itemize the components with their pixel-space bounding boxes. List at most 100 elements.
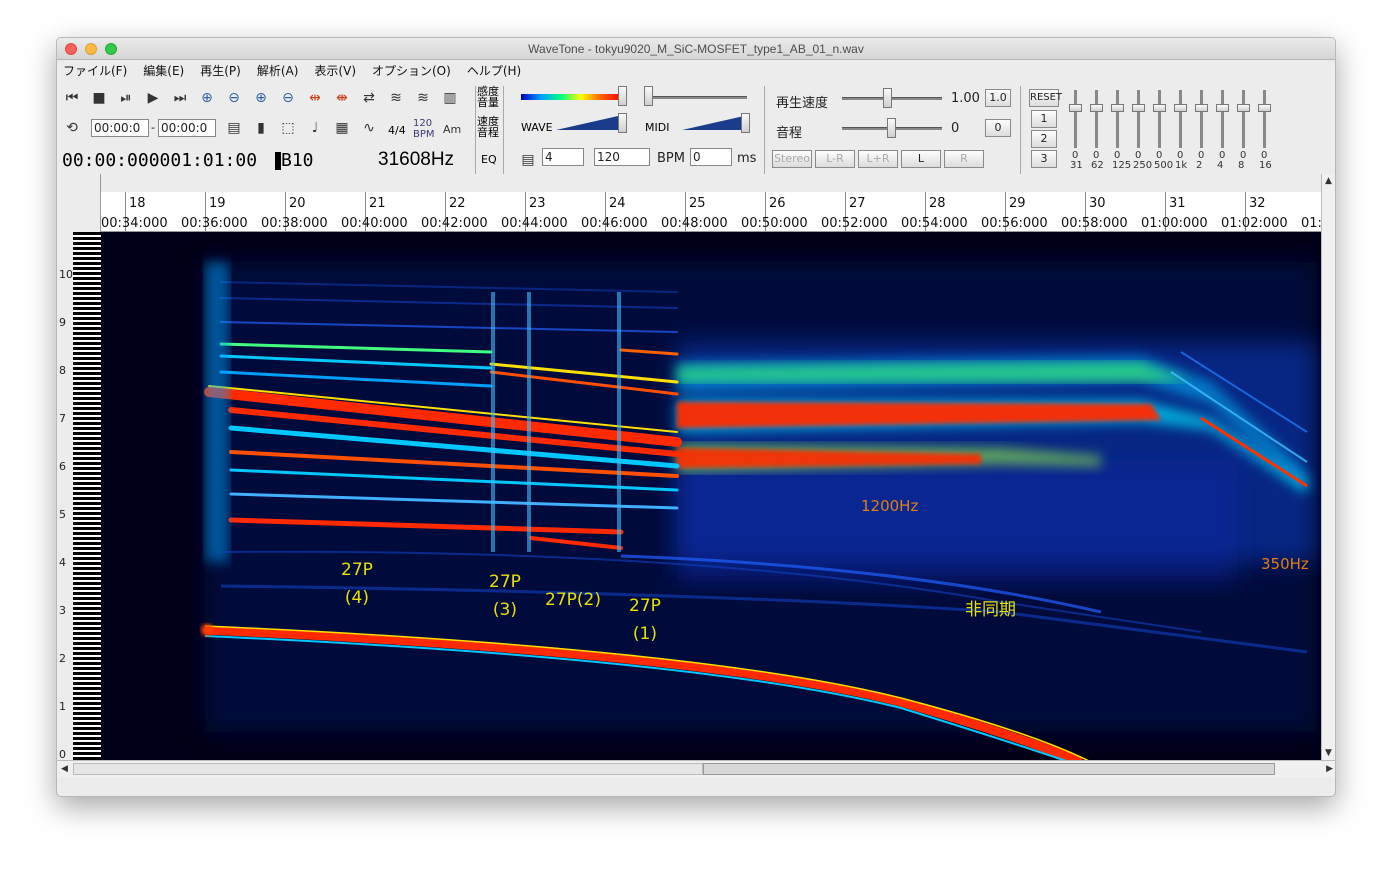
- scroll-down-arrow-icon[interactable]: ▼: [1325, 748, 1332, 758]
- fast-forward-icon[interactable]: ⏭: [169, 88, 191, 108]
- speed-thumb[interactable]: [883, 88, 892, 108]
- scroll-up-arrow-icon[interactable]: ▲: [1325, 176, 1332, 186]
- time-signature-button[interactable]: 4/4: [388, 125, 406, 136]
- ruler-bar-number: 19: [209, 196, 226, 211]
- stereo-button[interactable]: Stereo: [772, 150, 812, 168]
- marker-icon[interactable]: ▮: [250, 118, 272, 138]
- menu-file[interactable]: ファイル(F): [63, 62, 127, 80]
- right-channel-button[interactable]: R: [944, 150, 984, 168]
- eq-band-track[interactable]: [1116, 90, 1119, 148]
- curve-icon[interactable]: ∿: [358, 118, 380, 138]
- pitch-reset-button[interactable]: 0: [985, 119, 1011, 137]
- ruler-bar-number: 26: [769, 196, 786, 211]
- pause-icon[interactable]: ⏯: [115, 88, 137, 108]
- eq-band-track[interactable]: [1074, 90, 1077, 148]
- sensitivity-thumb[interactable]: [618, 86, 627, 106]
- waveform-alt-icon[interactable]: ≋: [412, 88, 434, 108]
- eq-band-thumb[interactable]: [1153, 104, 1166, 112]
- bpm-button[interactable]: 120 BPM: [413, 118, 435, 140]
- stop-icon[interactable]: ■: [88, 88, 110, 108]
- menu-options[interactable]: オプション(O): [372, 62, 451, 80]
- eq-band-track[interactable]: [1200, 90, 1203, 148]
- annotation-27p-2: 27P(2): [545, 590, 601, 610]
- separator: [1020, 86, 1021, 174]
- vertical-scrollbar[interactable]: ▲ ▼: [1321, 174, 1335, 760]
- pitch-thumb[interactable]: [887, 118, 896, 138]
- l-minus-r-button[interactable]: L-R: [815, 150, 855, 168]
- wave-level-thumb[interactable]: [618, 113, 627, 133]
- midi-level-ramp[interactable]: [682, 116, 744, 130]
- eq-band-thumb[interactable]: [1237, 104, 1250, 112]
- swap-icon[interactable]: ⇄: [358, 88, 380, 108]
- preset-1-button[interactable]: 1: [1031, 110, 1057, 128]
- preset-2-button[interactable]: 2: [1031, 130, 1057, 148]
- eq-band-track[interactable]: [1179, 90, 1182, 148]
- bpm-field[interactable]: 120: [594, 148, 650, 166]
- range-dash: -: [151, 121, 155, 134]
- eq-band-track[interactable]: [1095, 90, 1098, 148]
- eq-band-track[interactable]: [1158, 90, 1161, 148]
- piano-keys[interactable]: [73, 232, 101, 760]
- chord-button[interactable]: Am: [443, 124, 461, 135]
- scroll-thumb[interactable]: [703, 763, 1275, 775]
- eq-band-thumb[interactable]: [1090, 104, 1103, 112]
- preset-3-button[interactable]: 3: [1031, 150, 1057, 168]
- eq-band-thumb[interactable]: [1258, 104, 1271, 112]
- menu-view[interactable]: 表示(V): [314, 62, 356, 80]
- book-icon[interactable]: ▥: [439, 88, 461, 108]
- spectrogram-view[interactable]: 27P (4) 27P (3) 27P(2) 27P (1) 非同期 1200H…: [101, 232, 1321, 760]
- loop-icon[interactable]: ⟲: [61, 118, 83, 138]
- eq-reset-button[interactable]: RESET: [1029, 89, 1062, 107]
- eq-band-label: 16: [1259, 160, 1272, 171]
- eq-band-thumb[interactable]: [1174, 104, 1187, 112]
- zoom-in-vertical-icon[interactable]: ⊕: [250, 88, 272, 108]
- eq-band-thumb[interactable]: [1111, 104, 1124, 112]
- menu-analyze[interactable]: 解析(A): [257, 62, 299, 80]
- table-icon[interactable]: ▦: [331, 118, 353, 138]
- piano-keyboard[interactable]: 10 9 8 7 6 5 4 3 2 1 0: [57, 232, 101, 760]
- waveform-icon[interactable]: ≋: [385, 88, 407, 108]
- midi-level-thumb[interactable]: [741, 113, 750, 133]
- eq-band-label: 8: [1238, 160, 1245, 171]
- offset-ms-field[interactable]: 0: [690, 148, 732, 166]
- eq-label[interactable]: EQ: [481, 154, 497, 165]
- wave-level-ramp[interactable]: [556, 116, 618, 130]
- l-plus-r-button[interactable]: L+R: [858, 150, 898, 168]
- scroll-track[interactable]: [73, 763, 703, 775]
- zoom-out-horizontal-icon[interactable]: ⊖: [223, 88, 245, 108]
- shrink-horizontal-icon[interactable]: ⇼: [331, 88, 353, 108]
- select-icon[interactable]: ⬚: [277, 118, 299, 138]
- horizontal-scrollbar[interactable]: ◀ ▶: [57, 760, 1335, 777]
- menu-help[interactable]: ヘルプ(H): [467, 62, 521, 80]
- timeline-ruler[interactable]: 18 19 20 21 22 23 24 25 26 27 28 29 30 31 32 00:34:000 0…: [101, 192, 1321, 232]
- left-channel-button[interactable]: L: [901, 150, 941, 168]
- eq-band-track[interactable]: [1137, 90, 1140, 148]
- scroll-left-arrow-icon[interactable]: ◀: [61, 764, 68, 774]
- speed-track[interactable]: [842, 97, 942, 100]
- eq-band-thumb[interactable]: [1069, 104, 1082, 112]
- eq-band-thumb[interactable]: [1195, 104, 1208, 112]
- expand-horizontal-icon[interactable]: ⇹: [304, 88, 326, 108]
- grid-icon[interactable]: ▤: [223, 118, 245, 138]
- note-icon[interactable]: ♩: [304, 118, 326, 138]
- eq-band-thumb[interactable]: [1216, 104, 1229, 112]
- speed-reset-button[interactable]: 1.0: [985, 89, 1011, 107]
- eq-band-track[interactable]: [1221, 90, 1224, 148]
- loop-end-field[interactable]: 00:00:0: [158, 119, 216, 137]
- ruler-bar-number: 22: [449, 196, 466, 211]
- eq-band-thumb[interactable]: [1132, 104, 1145, 112]
- beats-field[interactable]: 4: [542, 148, 584, 166]
- volume-track[interactable]: [647, 96, 747, 99]
- menu-play[interactable]: 再生(P): [200, 62, 241, 80]
- eq-band-track[interactable]: [1263, 90, 1266, 148]
- play-icon[interactable]: ▶: [142, 88, 164, 108]
- volume-thumb[interactable]: [644, 86, 653, 106]
- menu-edit[interactable]: 編集(E): [143, 62, 184, 80]
- zoom-in-horizontal-icon[interactable]: ⊕: [196, 88, 218, 108]
- loop-start-field[interactable]: 00:00:0: [91, 119, 149, 137]
- scroll-right-arrow-icon[interactable]: ▶: [1326, 764, 1333, 774]
- zoom-out-vertical-icon[interactable]: ⊖: [277, 88, 299, 108]
- rewind-icon[interactable]: ⏮: [61, 88, 83, 108]
- eq-band-track[interactable]: [1242, 90, 1245, 148]
- speed-text: 再生速度: [776, 96, 829, 111]
